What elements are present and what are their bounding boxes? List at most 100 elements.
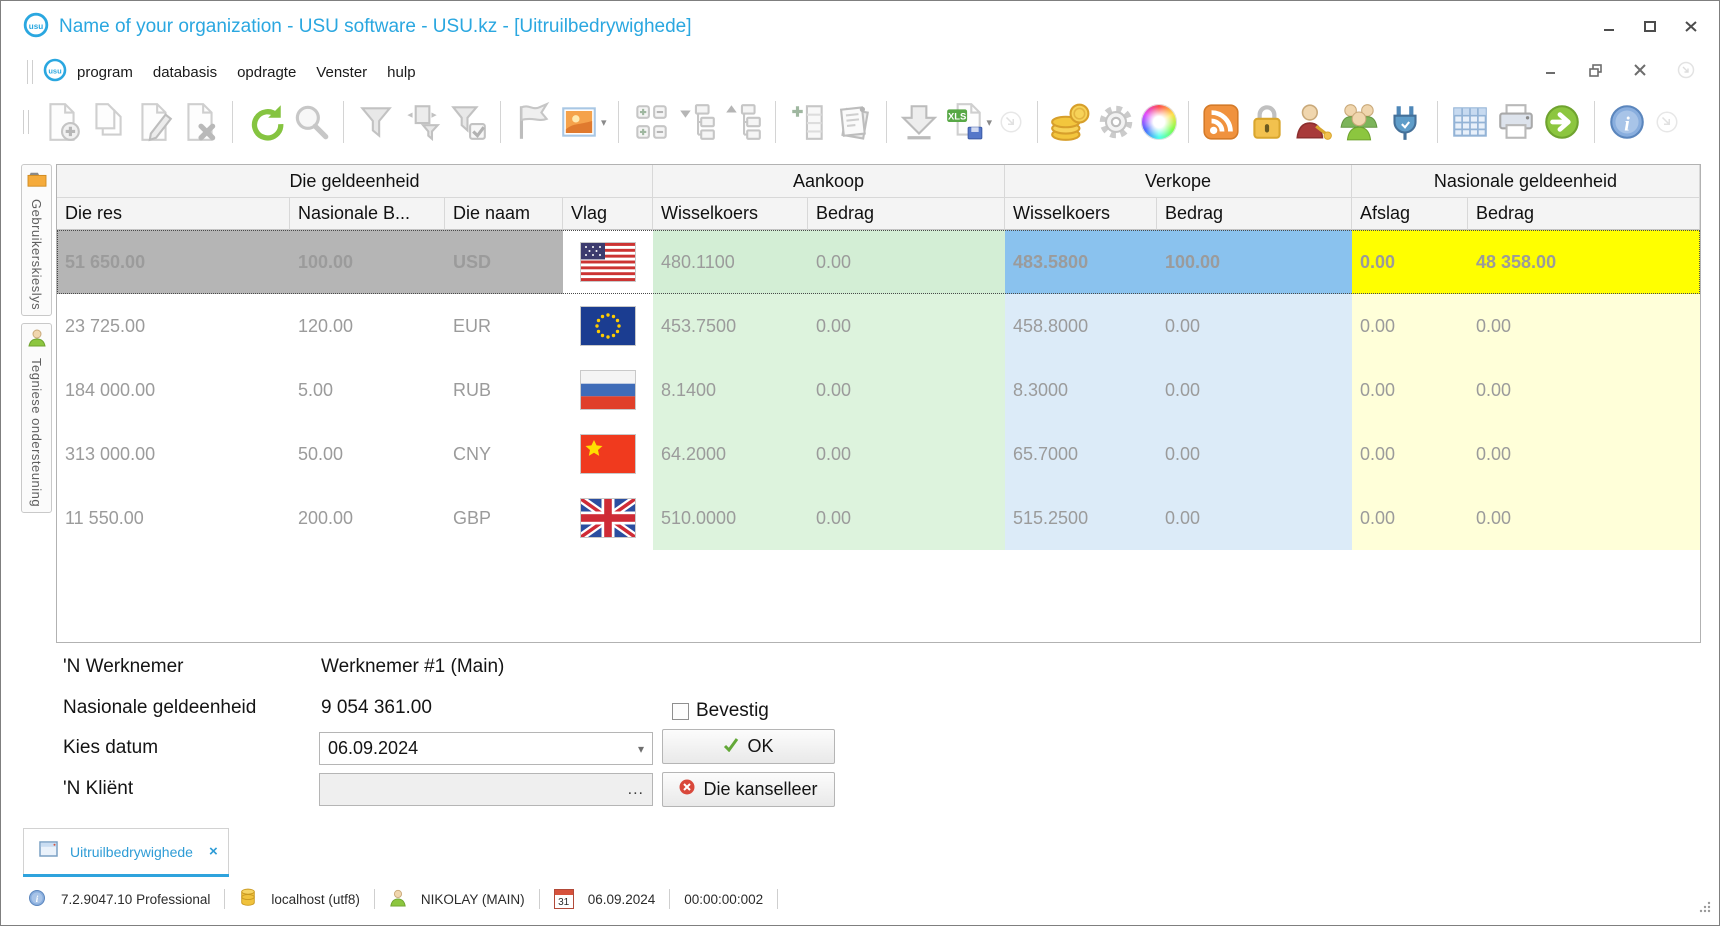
cell-die_res[interactable]: 11 550.00 [57, 486, 290, 550]
column-header[interactable]: Wisselkoers [653, 198, 808, 230]
info-button[interactable]: i [1604, 98, 1650, 146]
cell-naam[interactable]: GBP [445, 486, 563, 550]
ok-button[interactable]: OK [662, 729, 835, 764]
column-header[interactable]: Bedrag [1468, 198, 1700, 230]
money-button[interactable] [1047, 98, 1093, 146]
cell-naam[interactable]: EUR [445, 294, 563, 358]
settings-gear-button[interactable] [1093, 98, 1139, 146]
documents-button[interactable] [831, 98, 877, 146]
date-select[interactable]: 06.09.2024 ▾ [319, 732, 653, 765]
column-header[interactable]: Die res [57, 198, 290, 230]
cell-aankoop_koers[interactable]: 453.7500 [653, 294, 808, 358]
tab-close-icon[interactable]: × [209, 843, 218, 860]
cell-aankoop_bedrag[interactable]: 0.00 [808, 422, 1005, 486]
column-header[interactable]: Vlag [563, 198, 653, 230]
currency-row-usd[interactable]: 51 650.00100.00USD480.11000.00483.580010… [57, 230, 1700, 294]
dropdown-caret-icon[interactable]: ▾ [601, 116, 607, 129]
column-header[interactable]: Afslag [1352, 198, 1468, 230]
copy-record-button[interactable] [85, 98, 131, 146]
print-button[interactable] [1493, 98, 1539, 146]
cell-aankoop_bedrag[interactable]: 0.00 [808, 358, 1005, 422]
cell-nasionale_b[interactable]: 50.00 [290, 422, 445, 486]
image-preview-button[interactable]: ▾ [556, 98, 609, 146]
cell-naam[interactable]: RUB [445, 358, 563, 422]
currency-row-cny[interactable]: 313 000.0050.00CNY64.20000.0065.70000.00… [57, 422, 1700, 486]
menu-venster[interactable]: Venster [306, 59, 377, 86]
flag-cell[interactable] [563, 486, 653, 550]
cell-die_res[interactable]: 184 000.00 [57, 358, 290, 422]
cell-nasionale_b[interactable]: 200.00 [290, 486, 445, 550]
mdi-minimize-icon[interactable] [1544, 63, 1558, 82]
search-button[interactable] [288, 98, 334, 146]
rss-button[interactable] [1198, 98, 1244, 146]
menu-program[interactable]: program [67, 59, 143, 86]
table-grid-button[interactable] [1447, 98, 1493, 146]
column-header[interactable]: Die naam [445, 198, 563, 230]
refresh-button[interactable] [242, 98, 288, 146]
cell-verkope_bedrag[interactable]: 0.00 [1157, 294, 1352, 358]
cell-aankoop_koers[interactable]: 510.0000 [653, 486, 808, 550]
cell-verkope_bedrag[interactable]: 0.00 [1157, 422, 1352, 486]
cell-nasionale_b[interactable]: 120.00 [290, 294, 445, 358]
expand-groups-button[interactable] [628, 98, 674, 146]
sidebar-tab-gebruikerskieslys[interactable]: Gebruikerskieslys [21, 164, 52, 316]
dropdown-caret-icon[interactable]: ▾ [987, 116, 993, 129]
new-record-button[interactable] [39, 98, 85, 146]
export-xls-button[interactable]: XLS▾ [942, 98, 995, 146]
cell-afslag[interactable]: 0.00 [1352, 230, 1468, 294]
collapse-toolbar-button[interactable] [1650, 98, 1684, 146]
bevestig-checkbox[interactable] [672, 703, 689, 720]
column-header[interactable]: Wisselkoers [1005, 198, 1157, 230]
flag-cell[interactable] [563, 422, 653, 486]
cell-naam[interactable]: CNY [445, 422, 563, 486]
cell-verkope_koers[interactable]: 458.8000 [1005, 294, 1157, 358]
cell-nas_bedrag[interactable]: 0.00 [1468, 422, 1700, 486]
mdi-restore-icon[interactable] [1588, 63, 1603, 83]
color-wheel-button[interactable] [1139, 98, 1179, 146]
cell-verkope_koers[interactable]: 483.5800 [1005, 230, 1157, 294]
cell-die_res[interactable]: 313 000.00 [57, 422, 290, 486]
cell-nasionale_b[interactable]: 5.00 [290, 358, 445, 422]
cell-afslag[interactable]: 0.00 [1352, 422, 1468, 486]
go-next-button[interactable] [1539, 98, 1585, 146]
info-status-icon[interactable]: i [27, 888, 47, 911]
filter-range-button[interactable] [399, 98, 445, 146]
cell-aankoop_bedrag[interactable]: 0.00 [808, 294, 1005, 358]
menu-hulp[interactable]: hulp [377, 59, 425, 86]
flag-button[interactable] [510, 98, 556, 146]
cell-nas_bedrag[interactable]: 0.00 [1468, 358, 1700, 422]
cell-die_res[interactable]: 51 650.00 [57, 230, 290, 294]
cell-aankoop_koers[interactable]: 64.2000 [653, 422, 808, 486]
currency-row-rub[interactable]: 184 000.005.00RUB8.14000.008.30000.000.0… [57, 358, 1700, 422]
cell-verkope_bedrag[interactable]: 0.00 [1157, 358, 1352, 422]
mdi-close-icon[interactable] [1633, 63, 1647, 82]
cell-aankoop_koers[interactable]: 8.1400 [653, 358, 808, 422]
cell-aankoop_koers[interactable]: 480.1100 [653, 230, 808, 294]
maximize-window-icon[interactable] [1643, 19, 1658, 34]
cell-nasionale_b[interactable]: 100.00 [290, 230, 445, 294]
close-window-icon[interactable] [1684, 19, 1699, 34]
plugin-button[interactable] [1382, 98, 1428, 146]
flag-cell[interactable] [563, 358, 653, 422]
edit-record-button[interactable] [131, 98, 177, 146]
cell-naam[interactable]: USD [445, 230, 563, 294]
minimize-window-icon[interactable] [1602, 19, 1617, 34]
currency-row-eur[interactable]: 23 725.00120.00EUR453.75000.00458.80000.… [57, 294, 1700, 358]
menu-opdragte[interactable]: opdragte [227, 59, 306, 86]
cell-verkope_bedrag[interactable]: 100.00 [1157, 230, 1352, 294]
filter-button[interactable] [353, 98, 399, 146]
sidebar-tab-tegniese-ondersteuning[interactable]: Tegniese ondersteuning [21, 323, 52, 513]
cell-nas_bedrag[interactable]: 48 358.00 [1468, 230, 1700, 294]
cell-verkope_koers[interactable]: 515.2500 [1005, 486, 1157, 550]
column-header[interactable]: Bedrag [1157, 198, 1352, 230]
lock-button[interactable] [1244, 98, 1290, 146]
cell-nas_bedrag[interactable]: 0.00 [1468, 294, 1700, 358]
cell-verkope_koers[interactable]: 8.3000 [1005, 358, 1157, 422]
user-key-button[interactable] [1290, 98, 1336, 146]
chevron-down-icon[interactable]: ▾ [638, 742, 644, 756]
resize-grip[interactable] [1698, 900, 1712, 919]
collapse-tree-button[interactable] [720, 98, 766, 146]
flag-cell[interactable] [563, 230, 653, 294]
filter-apply-button[interactable] [445, 98, 491, 146]
cell-verkope_koers[interactable]: 65.7000 [1005, 422, 1157, 486]
